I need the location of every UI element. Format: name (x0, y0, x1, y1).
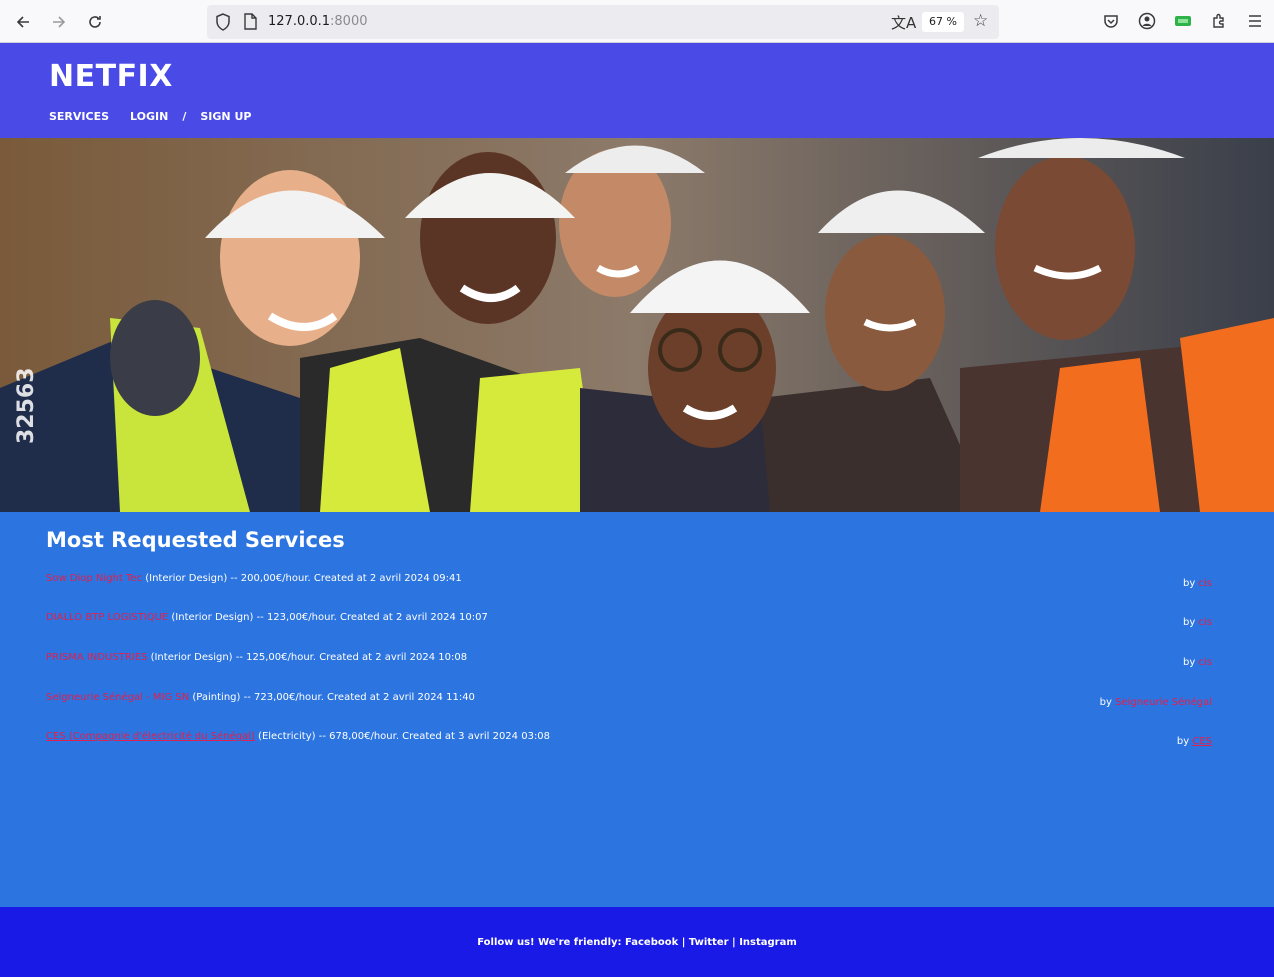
service-row: Seigneurie Sénégal - MIG SN (Painting) -… (46, 692, 1212, 712)
service-row: DIALLO BTP LOGISTIQUE (Interior Design) … (46, 612, 1212, 632)
site-header: NETFIX SERVICES LOGIN / SIGN UP (0, 43, 1274, 138)
page-icon (243, 13, 257, 34)
service-row: PRISMA INDUSTRIES (Interior Design) -- 1… (46, 652, 1212, 672)
forward-arrow-icon[interactable] (47, 10, 71, 34)
service-details: (Interior Design) -- 125,00€/hour. Creat… (147, 652, 468, 663)
services-title: Most Requested Services (46, 528, 345, 552)
nav-services-link[interactable]: SERVICES (49, 110, 109, 123)
menu-hamburger-icon[interactable] (1245, 11, 1265, 31)
shield-icon[interactable] (215, 13, 231, 35)
footer-prefix: Follow us! We're friendly: (477, 937, 625, 948)
service-by-label: by (1183, 578, 1199, 589)
footer-sep: | (678, 937, 689, 948)
service-name-link[interactable]: CES (Compagnie d'électricité du Sénégal) (46, 731, 255, 742)
service-author-link[interactable]: cis (1199, 578, 1213, 589)
reload-icon[interactable] (83, 10, 107, 34)
extension-green-icon[interactable] (1173, 11, 1193, 31)
service-details: (Painting) -- 723,00€/hour. Created at 2… (189, 692, 475, 703)
nav-separator: / (182, 110, 187, 123)
url-port: :8000 (330, 14, 368, 29)
service-row: CES (Compagnie d'électricité du Sénégal)… (46, 731, 1212, 751)
service-details: (Interior Design) -- 123,00€/hour. Creat… (168, 612, 488, 623)
service-details: (Electricity) -- 678,00€/hour. Created a… (254, 731, 551, 742)
service-author-link[interactable]: cis (1199, 657, 1213, 668)
facebook-link[interactable]: Facebook (625, 937, 678, 948)
service-author-link[interactable]: Seigneurie Sénégal (1115, 697, 1212, 708)
main-nav: SERVICES LOGIN / SIGN UP (49, 110, 251, 123)
url-host: 127.0.0.1 (268, 14, 331, 29)
service-author-link[interactable]: cis (1199, 617, 1213, 628)
nav-signup-link[interactable]: SIGN UP (200, 110, 251, 123)
footer-social: Follow us! We're friendly: Facebook | Tw… (0, 937, 1274, 948)
twitter-link[interactable]: Twitter (689, 937, 729, 948)
account-icon[interactable] (1137, 11, 1157, 31)
service-by-label: by (1183, 657, 1199, 668)
hero-watermark: 32563 (14, 367, 39, 444)
zoom-level[interactable]: 67 % (922, 12, 964, 32)
browser-toolbar: 127.0.0.1:8000 文A 67 % ☆ (0, 0, 1274, 43)
hero-illustration (0, 138, 1274, 512)
service-name-link[interactable]: Seigneurie Sénégal - MIG SN (46, 692, 189, 703)
bookmark-star-icon[interactable]: ☆ (973, 11, 988, 31)
service-details: (Interior Design) -- 200,00€/hour. Creat… (142, 573, 462, 584)
service-author-link[interactable]: CES (1192, 736, 1212, 747)
pocket-icon[interactable] (1101, 11, 1121, 31)
service-name-link[interactable]: DIALLO BTP LOGISTIQUE (46, 612, 168, 623)
hero-image: 32563 (0, 138, 1274, 512)
service-by-label: by (1176, 736, 1193, 747)
service-by-label: by (1099, 697, 1116, 708)
service-row: Sow Diop Night Tec (Interior Design) -- … (46, 573, 1212, 593)
instagram-link[interactable]: Instagram (739, 937, 797, 948)
url-text[interactable]: 127.0.0.1:8000 (268, 14, 368, 29)
footer-sep: | (728, 937, 740, 948)
service-by-label: by (1183, 617, 1199, 628)
translate-icon[interactable]: 文A (891, 12, 916, 33)
site-brand[interactable]: NETFIX (49, 59, 173, 94)
service-name-link[interactable]: PRISMA INDUSTRIES (46, 652, 147, 663)
back-arrow-icon[interactable] (11, 10, 35, 34)
service-name-link[interactable]: Sow Diop Night Tec (46, 573, 142, 584)
url-bar[interactable]: 127.0.0.1:8000 文A 67 % ☆ (207, 5, 999, 39)
site-footer: Follow us! We're friendly: Facebook | Tw… (0, 907, 1274, 977)
nav-login-link[interactable]: LOGIN (130, 110, 168, 123)
extensions-puzzle-icon[interactable] (1209, 11, 1229, 31)
